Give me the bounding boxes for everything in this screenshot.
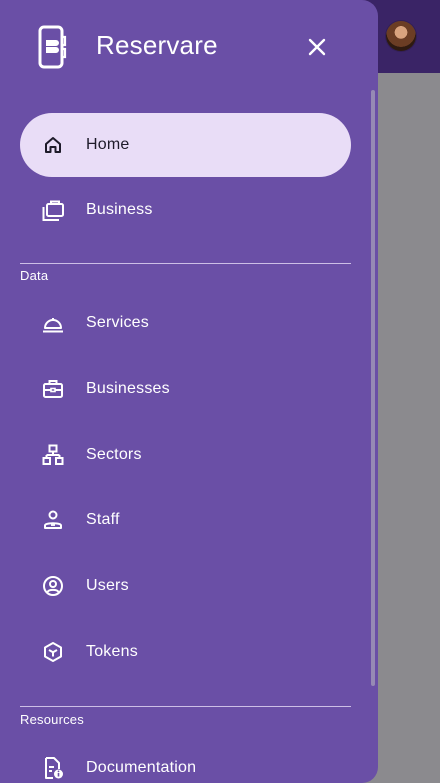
nav-item-label: Home bbox=[86, 136, 130, 153]
nav-item-label: Staff bbox=[86, 511, 120, 528]
business-icon bbox=[41, 198, 65, 222]
section-label-resources: Resources bbox=[20, 712, 84, 727]
nav-item-users[interactable]: Users bbox=[20, 554, 351, 618]
divider bbox=[20, 263, 351, 264]
nav-item-label: Users bbox=[86, 577, 129, 594]
briefcase-icon bbox=[41, 377, 65, 401]
nav-item-label: Businesses bbox=[86, 380, 170, 397]
nav-item-label: Tokens bbox=[86, 643, 138, 660]
app-title: Reservare bbox=[96, 30, 218, 60]
room-service-icon bbox=[41, 311, 65, 335]
drawer-scrollbar[interactable] bbox=[371, 90, 375, 686]
nav-item-staff[interactable]: Staff bbox=[20, 488, 351, 552]
staff-icon bbox=[41, 508, 65, 532]
nav-item-tokens[interactable]: Tokens bbox=[20, 620, 351, 684]
close-icon[interactable] bbox=[302, 32, 332, 62]
nav-item-businesses[interactable]: Businesses bbox=[20, 357, 351, 421]
document-info-icon bbox=[41, 756, 65, 780]
section-label-data: Data bbox=[20, 268, 49, 283]
nav-item-label: Services bbox=[86, 314, 149, 331]
drawer-header: Reservare bbox=[0, 0, 378, 92]
user-circle-icon bbox=[41, 574, 65, 598]
nav-item-home[interactable]: Home bbox=[20, 113, 351, 177]
nav-item-business[interactable]: Business bbox=[20, 178, 351, 242]
token-icon bbox=[41, 640, 65, 664]
nav-item-label: Documentation bbox=[86, 759, 197, 776]
nav-item-label: Sectors bbox=[86, 446, 142, 463]
navigation-drawer: Reservare Home Business Data Services Bu… bbox=[0, 0, 378, 783]
hierarchy-icon bbox=[41, 443, 65, 467]
home-icon bbox=[41, 133, 65, 157]
avatar[interactable] bbox=[386, 21, 416, 51]
nav-item-label: Business bbox=[86, 201, 153, 218]
nav-item-documentation[interactable]: Documentation bbox=[20, 736, 351, 783]
nav-item-sectors[interactable]: Sectors bbox=[20, 423, 351, 487]
reservare-logo-icon bbox=[37, 25, 67, 69]
nav-item-services[interactable]: Services bbox=[20, 291, 351, 355]
divider bbox=[20, 706, 351, 707]
